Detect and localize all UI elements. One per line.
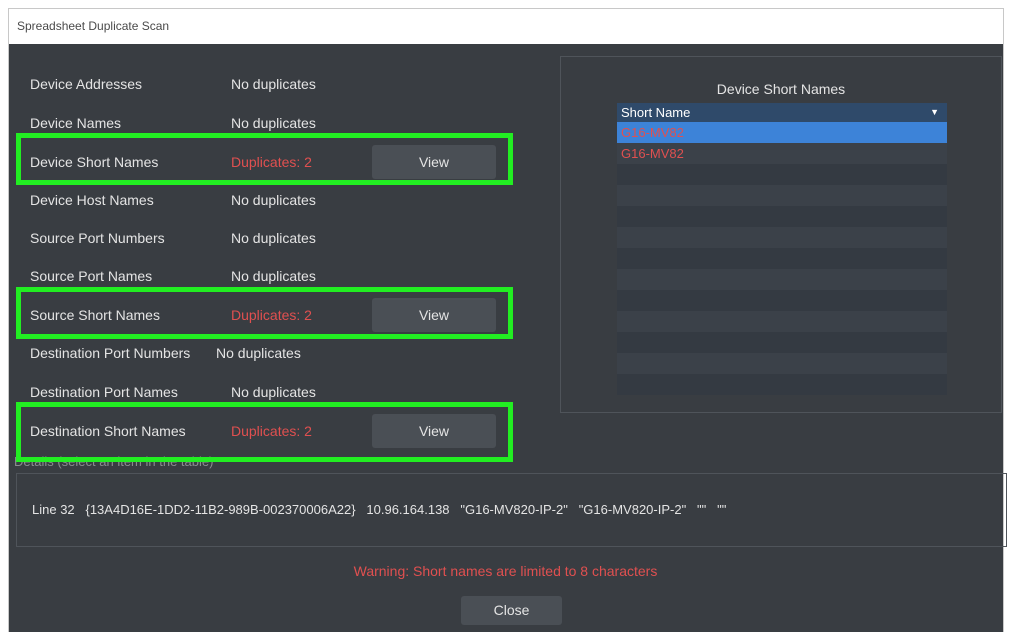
row-label-device-names: Device Names	[30, 115, 122, 131]
row-status-destination-port-numbers: No duplicates	[216, 345, 301, 361]
window-title: Spreadsheet Duplicate Scan	[17, 19, 170, 33]
details-line-text: Line 32 {13A4D16E-1DD2-11B2-989B-0023700…	[32, 502, 727, 517]
panel-title: Device Short Names	[716, 81, 846, 97]
row-status-source-port-names: No duplicates	[231, 268, 316, 284]
warning-message: Warning: Short names are limited to 8 ch…	[353, 563, 658, 579]
highlight-box-destination-short-names	[16, 402, 513, 462]
empty-row	[617, 269, 947, 290]
empty-row	[617, 311, 947, 332]
row-status-device-host-names: No duplicates	[231, 192, 316, 208]
window-titlebar: Spreadsheet Duplicate Scan	[8, 8, 1004, 44]
row-label-destination-port-names: Destination Port Names	[30, 384, 178, 400]
empty-row	[617, 353, 947, 374]
empty-row	[617, 185, 947, 206]
empty-row	[617, 164, 947, 185]
row-label-device-host-names: Device Host Names	[30, 192, 154, 208]
empty-row	[617, 374, 947, 395]
empty-row	[617, 290, 947, 311]
row-status-device-addresses: No duplicates	[231, 76, 316, 92]
empty-row	[617, 206, 947, 227]
empty-row	[617, 227, 947, 248]
row-status-device-names: No duplicates	[231, 115, 316, 131]
row-label-destination-port-numbers: Destination Port Numbers	[30, 345, 191, 361]
row-label-device-addresses: Device Addresses	[30, 76, 143, 92]
table-row[interactable]: G16-MV82	[617, 143, 947, 164]
table-row[interactable]: G16-MV82	[617, 122, 947, 143]
highlight-box-device-short-names	[16, 133, 513, 185]
close-button[interactable]: Close	[461, 596, 562, 625]
column-header-label: Short Name	[621, 105, 691, 120]
empty-row	[617, 332, 947, 353]
row-label-source-port-numbers: Source Port Numbers	[30, 230, 165, 246]
row-label-source-port-names: Source Port Names	[30, 268, 153, 284]
row-status-destination-port-names: No duplicates	[231, 384, 316, 400]
column-header-short-name[interactable]: Short Name ▼	[617, 103, 947, 122]
sort-down-icon[interactable]: ▼	[930, 103, 939, 122]
empty-row	[617, 248, 947, 269]
row-status-source-port-numbers: No duplicates	[231, 230, 316, 246]
short-name-table[interactable]: Short Name ▼ G16-MV82 G16-MV82	[617, 103, 947, 403]
highlight-box-source-short-names	[16, 287, 513, 339]
short-names-panel: Device Short Names Short Name ▼ G16-MV82…	[560, 56, 1002, 413]
